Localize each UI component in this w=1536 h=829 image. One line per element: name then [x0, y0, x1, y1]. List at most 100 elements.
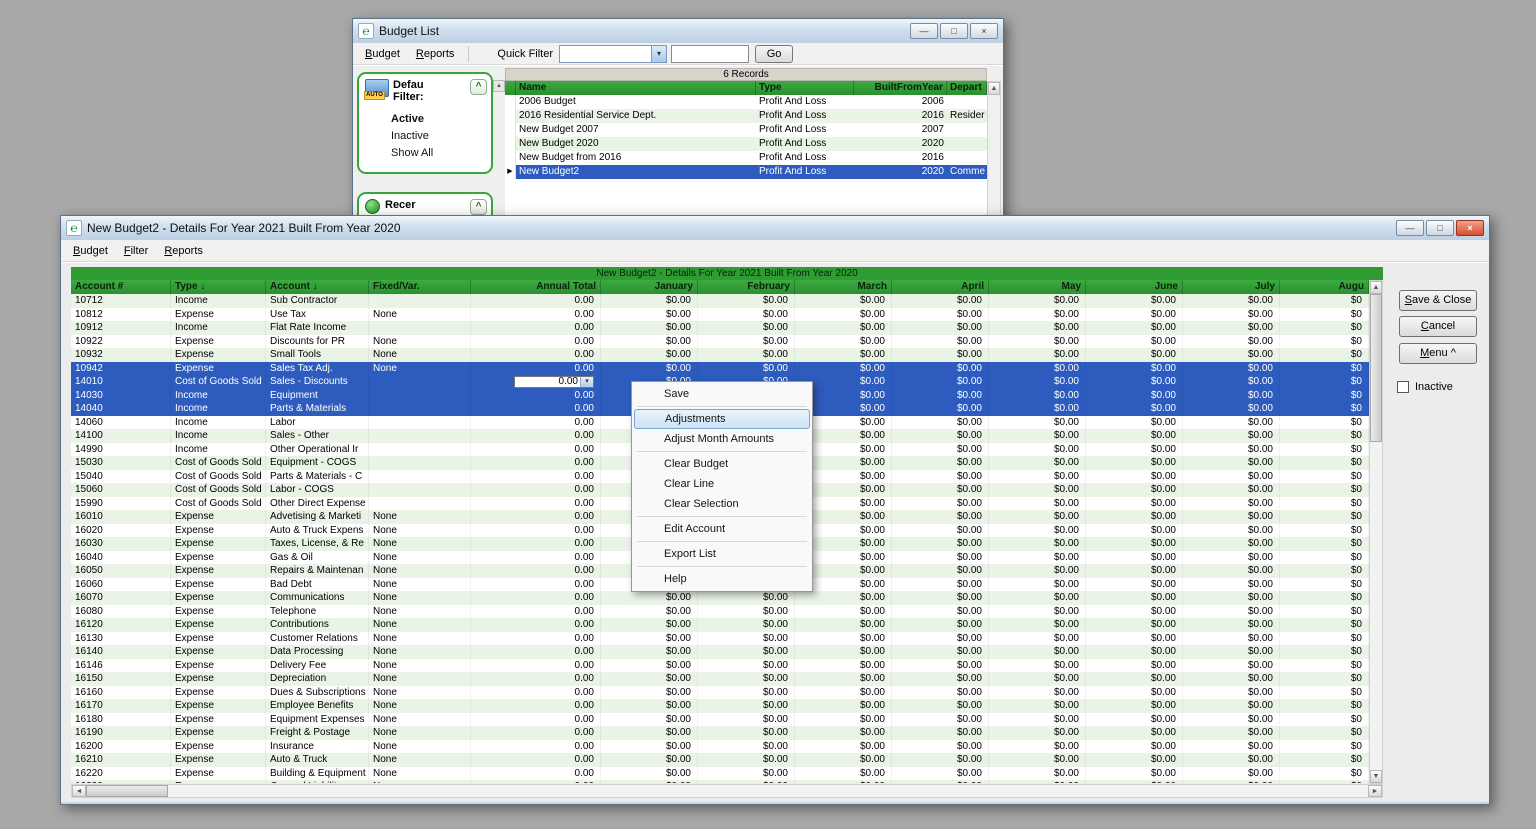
cell-month[interactable]: $0.00	[989, 672, 1086, 686]
budget-detail-row[interactable]: 16070ExpenseCommunicationsNone0.00$0.00$…	[71, 591, 1369, 605]
cell[interactable]: None	[369, 605, 471, 619]
cell[interactable]: 16180	[71, 713, 171, 727]
cell-month[interactable]: $0.00	[601, 645, 698, 659]
cell-month[interactable]: $0.00	[1086, 524, 1183, 538]
cell-month[interactable]: $0.00	[1086, 672, 1183, 686]
cell-month[interactable]: $0.00	[1086, 456, 1183, 470]
cell-department[interactable]	[947, 95, 987, 109]
cell-type[interactable]: Profit And Loss	[756, 151, 854, 165]
cancel-button[interactable]: Cancel	[1399, 316, 1477, 337]
cell-month[interactable]: $0.00	[989, 389, 1086, 403]
cell[interactable]: None	[369, 672, 471, 686]
cell[interactable]: Other Direct Expense	[266, 497, 369, 511]
cell-month-cut[interactable]: $0	[1280, 348, 1369, 362]
cell-month[interactable]: $0.00	[601, 767, 698, 781]
cell-annual-total[interactable]: 0.00	[471, 551, 601, 565]
cell-month[interactable]: $0.00	[1183, 618, 1280, 632]
recent-chevron-icon[interactable]: ^	[470, 199, 487, 215]
cell[interactable]: None	[369, 510, 471, 524]
cell-month[interactable]: $0.00	[989, 551, 1086, 565]
cell-month[interactable]: $0.00	[989, 591, 1086, 605]
cell-department[interactable]	[947, 137, 987, 151]
cell-month[interactable]: $0.00	[892, 510, 989, 524]
budget-detail-row[interactable]: 10942ExpenseSales Tax Adj.None0.00$0.00$…	[71, 362, 1369, 376]
cell-month[interactable]: $0.00	[892, 699, 989, 713]
cell-month[interactable]: $0.00	[795, 645, 892, 659]
cell-month[interactable]: $0.00	[989, 632, 1086, 646]
context-menu-item-save[interactable]: Save	[634, 384, 810, 404]
cell[interactable]: 15040	[71, 470, 171, 484]
column-header[interactable]: April	[892, 280, 989, 294]
cell-month[interactable]: $0.00	[1086, 659, 1183, 673]
cell-annual-total[interactable]: 0.00	[471, 362, 601, 376]
cell-month[interactable]: $0.00	[795, 632, 892, 646]
cell-month[interactable]: $0.00	[601, 618, 698, 632]
cell[interactable]: 16040	[71, 551, 171, 565]
cell-month-cut[interactable]: $0	[1280, 416, 1369, 430]
cell[interactable]: Income	[171, 443, 266, 457]
cell-month[interactable]: $0.00	[989, 537, 1086, 551]
cell[interactable]: None	[369, 740, 471, 754]
cell-month[interactable]: $0.00	[601, 348, 698, 362]
cell-month[interactable]: $0.00	[1086, 686, 1183, 700]
cell-month[interactable]: $0.00	[892, 497, 989, 511]
cell[interactable]: Parts & Materials - C	[266, 470, 369, 484]
cell-annual-total[interactable]: 0.00	[471, 402, 601, 416]
cell-type[interactable]: Profit And Loss	[756, 109, 854, 123]
cell-month[interactable]: $0.00	[989, 686, 1086, 700]
cell[interactable]: 16050	[71, 564, 171, 578]
context-menu-item-clear-budget[interactable]: Clear Budget	[634, 454, 810, 474]
cell-month[interactable]: $0.00	[698, 767, 795, 781]
cell-annual-total[interactable]: 0.00	[471, 780, 601, 783]
cell-month[interactable]: $0.00	[601, 780, 698, 783]
context-menu-item-clear-selection[interactable]: Clear Selection	[634, 494, 810, 514]
cell-month-cut[interactable]: $0	[1280, 591, 1369, 605]
cell-month[interactable]: $0.00	[1086, 510, 1183, 524]
cell[interactable]: Equipment	[266, 389, 369, 403]
cell-month[interactable]: $0.00	[892, 470, 989, 484]
cell-annual-total[interactable]: 0.00	[471, 321, 601, 335]
cell[interactable]: Cost of Goods Sold	[171, 375, 266, 389]
cell-department[interactable]	[947, 151, 987, 165]
cell[interactable]: Auto & Truck	[266, 753, 369, 767]
cell-month[interactable]: $0.00	[698, 713, 795, 727]
cell-month[interactable]: $0.00	[601, 591, 698, 605]
filter-item-active[interactable]: Active	[365, 111, 487, 128]
cell[interactable]: 16210	[71, 753, 171, 767]
cell-month[interactable]: $0.00	[989, 726, 1086, 740]
cell-annual-total[interactable]: 0.00	[471, 699, 601, 713]
cell[interactable]: Contributions	[266, 618, 369, 632]
cell-month[interactable]: $0.00	[795, 780, 892, 783]
cell[interactable]: Income	[171, 294, 266, 308]
column-header-department[interactable]: Depart	[947, 81, 987, 95]
cell-month-cut[interactable]: $0	[1280, 456, 1369, 470]
budget-detail-row[interactable]: 16146ExpenseDelivery FeeNone0.00$0.00$0.…	[71, 659, 1369, 673]
combo-dropdown-icon[interactable]: ▾	[651, 46, 666, 62]
cell[interactable]: Expense	[171, 348, 266, 362]
cell-month[interactable]: $0.00	[1086, 537, 1183, 551]
cell-month[interactable]: $0.00	[698, 362, 795, 376]
cell-month[interactable]: $0.00	[1183, 497, 1280, 511]
cell-month[interactable]: $0.00	[1086, 348, 1183, 362]
cell-month[interactable]: $0.00	[698, 740, 795, 754]
cell-month[interactable]: $0.00	[989, 564, 1086, 578]
cell[interactable]: None	[369, 591, 471, 605]
cell-annual-total[interactable]: 0.00	[471, 416, 601, 430]
cell-annual-total[interactable]: 0.00	[471, 537, 601, 551]
cell-month[interactable]: $0.00	[1183, 551, 1280, 565]
cell[interactable]: 14990	[71, 443, 171, 457]
cell[interactable]: 10912	[71, 321, 171, 335]
cell-month[interactable]: $0.00	[1086, 308, 1183, 322]
cell[interactable]	[369, 470, 471, 484]
cell[interactable]: None	[369, 659, 471, 673]
cell-month[interactable]: $0.00	[892, 456, 989, 470]
cell-month[interactable]: $0.00	[601, 605, 698, 619]
cell-type[interactable]: Profit And Loss	[756, 95, 854, 109]
column-header[interactable]: Account ↓	[266, 280, 369, 294]
cell[interactable]: Expense	[171, 672, 266, 686]
cell[interactable]: Taxes, License, & Re	[266, 537, 369, 551]
cell[interactable]: Expense	[171, 767, 266, 781]
minimize-icon[interactable]: —	[910, 23, 938, 39]
cell[interactable]: None	[369, 551, 471, 565]
cell[interactable]: 16080	[71, 605, 171, 619]
